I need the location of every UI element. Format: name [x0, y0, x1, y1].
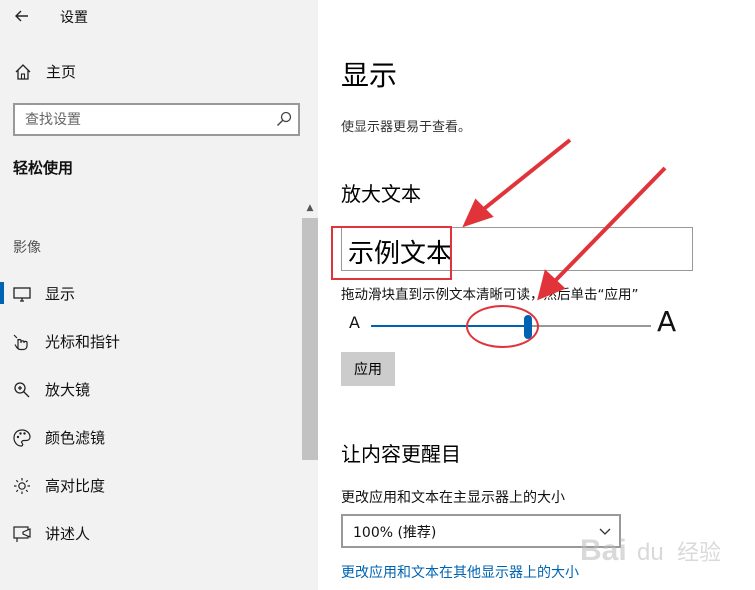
- other-display-size-link[interactable]: 更改应用和文本在其他显示器上的大小: [341, 562, 579, 582]
- back-button[interactable]: [8, 3, 36, 29]
- sidebar-item-label: 光标和指针: [45, 333, 121, 351]
- sidebar-item-label: 高对比度: [45, 477, 106, 495]
- sidebar-item-label: 讲述人: [45, 525, 91, 543]
- sidebar-item-home[interactable]: 主页: [0, 56, 318, 88]
- narrator-icon: [13, 526, 31, 542]
- sun-icon: [14, 478, 30, 494]
- scroll-thumb[interactable]: [302, 218, 318, 460]
- svg-text:经验: 经验: [677, 541, 721, 566]
- section-label: 影像: [13, 240, 41, 256]
- sidebar-item-display[interactable]: 显示: [0, 273, 300, 313]
- title-bar: 设置: [0, 0, 318, 34]
- home-label: 主页: [46, 63, 77, 81]
- main-content: 显示 使显示器更易于查看。 放大文本 示例文本 拖动滑块直到示例文本清晰可读，然…: [318, 0, 755, 590]
- scroll-up-icon[interactable]: ▲: [302, 200, 318, 216]
- slider-track-empty[interactable]: [528, 325, 651, 327]
- sidebar-item-magnifier[interactable]: 放大镜: [0, 369, 300, 409]
- back-arrow-icon: [15, 10, 28, 22]
- slider-instruction: 拖动滑块直到示例文本清晰可读，然后单击“应用”: [341, 287, 639, 303]
- magnifier-icon: [14, 382, 30, 398]
- baidu-watermark-logo: Bai du 经验: [580, 534, 721, 567]
- sidebar-item-cursor-pointer[interactable]: 光标和指针: [0, 321, 300, 361]
- app-title: 设置: [60, 10, 88, 26]
- sidebar-item-narrator[interactable]: 讲述人: [0, 513, 300, 553]
- slider-max-label: A: [657, 305, 677, 338]
- enlarge-text-heading: 放大文本: [341, 182, 421, 206]
- scale-label: 更改应用和文本在主显示器上的大小: [341, 490, 565, 506]
- sidebar-item-color-filters[interactable]: 颜色滤镜: [0, 417, 300, 457]
- palette-icon: [13, 429, 31, 447]
- page-title: 显示: [341, 59, 398, 92]
- sidebar-item-label: 放大镜: [45, 381, 91, 399]
- annotation-highlight-box: [331, 226, 452, 280]
- slider-min-label: A: [349, 313, 360, 332]
- make-content-stand-out-heading: 让内容更醒目: [341, 442, 461, 466]
- apply-button[interactable]: 应用: [341, 352, 395, 386]
- sidebar-scrollbar[interactable]: ▲: [302, 200, 318, 590]
- sidebar-item-label: 颜色滤镜: [45, 429, 106, 447]
- sidebar-item-label: 显示: [45, 285, 76, 303]
- annotation-highlight-ellipse: [466, 305, 539, 348]
- category-title: 轻松使用: [13, 159, 74, 177]
- sidebar-item-high-contrast[interactable]: 高对比度: [0, 465, 300, 505]
- page-subtitle: 使显示器更易于查看。: [341, 120, 472, 135]
- scale-value: 100% (推荐): [353, 525, 437, 541]
- pointer-hand-icon: [13, 334, 28, 351]
- svg-text:Bai: Bai: [580, 534, 627, 567]
- svg-text:du: du: [637, 539, 664, 566]
- monitor-icon: [13, 287, 31, 302]
- search-icon[interactable]: [276, 111, 292, 127]
- home-icon: [15, 64, 31, 80]
- sidebar: 设置 主页 轻松使用 影像 显示 光标和指针: [0, 0, 318, 590]
- search-input[interactable]: [15, 105, 265, 134]
- search-box[interactable]: [13, 103, 300, 136]
